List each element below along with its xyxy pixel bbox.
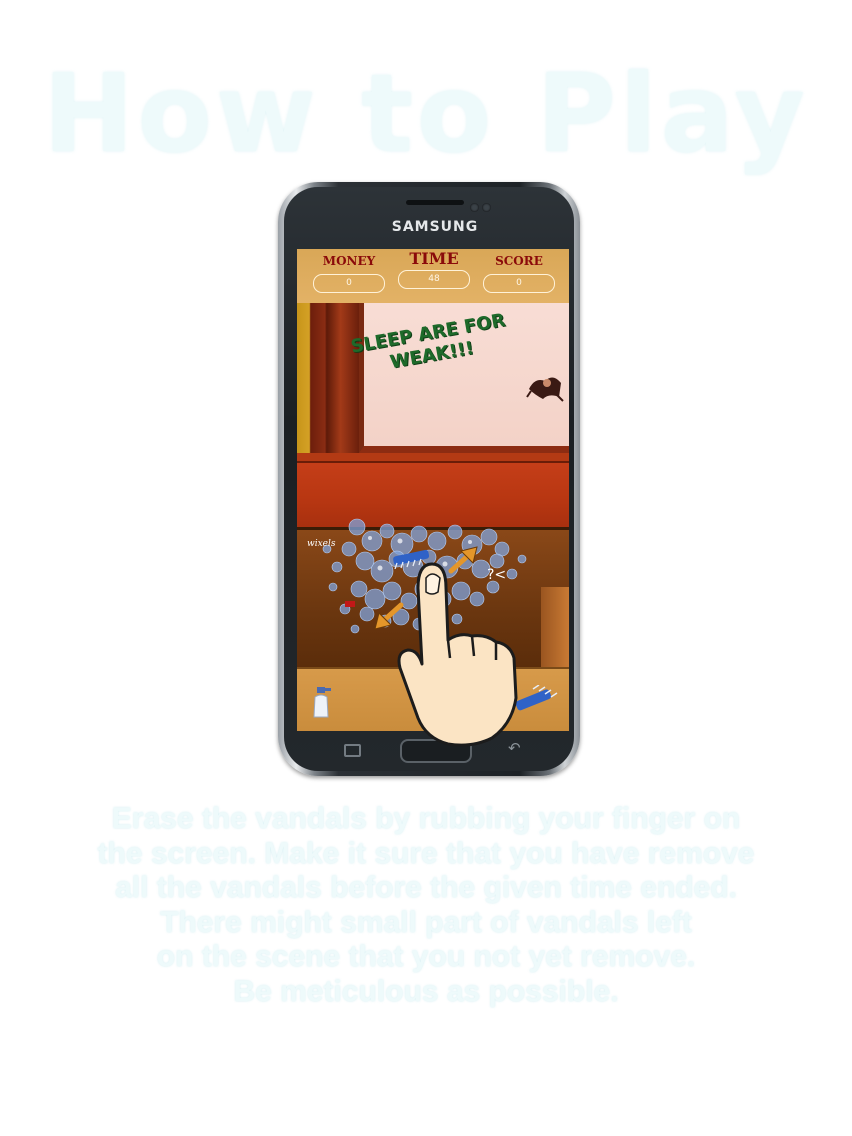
money-panel: MONEY 0 <box>311 251 387 293</box>
instructions-text: Erase the vandals by rubbing your finger… <box>0 802 852 1009</box>
time-panel: TIME 48 <box>396 251 472 289</box>
score-label: SCORE <box>495 254 543 268</box>
recent-apps-icon[interactable] <box>344 744 361 757</box>
instruction-line-6: Be meticulous as possible. <box>233 974 619 1008</box>
instruction-line-1: Erase the vandals by rubbing your finger… <box>111 802 741 835</box>
money-value: 0 <box>313 274 385 293</box>
time-label: TIME <box>409 249 459 268</box>
sensor-icon <box>482 203 491 212</box>
score-value: 0 <box>483 274 555 293</box>
svg-text:wixels: wixels <box>307 539 336 549</box>
phone-brand: SAMSUNG <box>391 219 479 235</box>
hud-bar: MONEY 0 TIME 48 SCORE 0 <box>297 249 569 303</box>
instruction-line-2: the screen. Make it sure that you have r… <box>97 836 755 870</box>
instruction-line-3: all the vandals before the given time en… <box>115 871 737 904</box>
money-label: MONEY <box>322 254 376 268</box>
instruction-line-4: There might small part of vandals left <box>160 905 692 939</box>
instruction-line-5: on the scene that you not yet remove. <box>156 940 696 973</box>
camera-icon <box>470 203 479 212</box>
time-value: 48 <box>398 270 470 289</box>
page-title: How to Play <box>43 52 809 177</box>
score-panel: SCORE 0 <box>481 251 557 293</box>
spray-bottle-icon[interactable] <box>311 685 333 719</box>
finger-hand-icon <box>397 562 518 747</box>
phone-speaker <box>406 200 464 205</box>
